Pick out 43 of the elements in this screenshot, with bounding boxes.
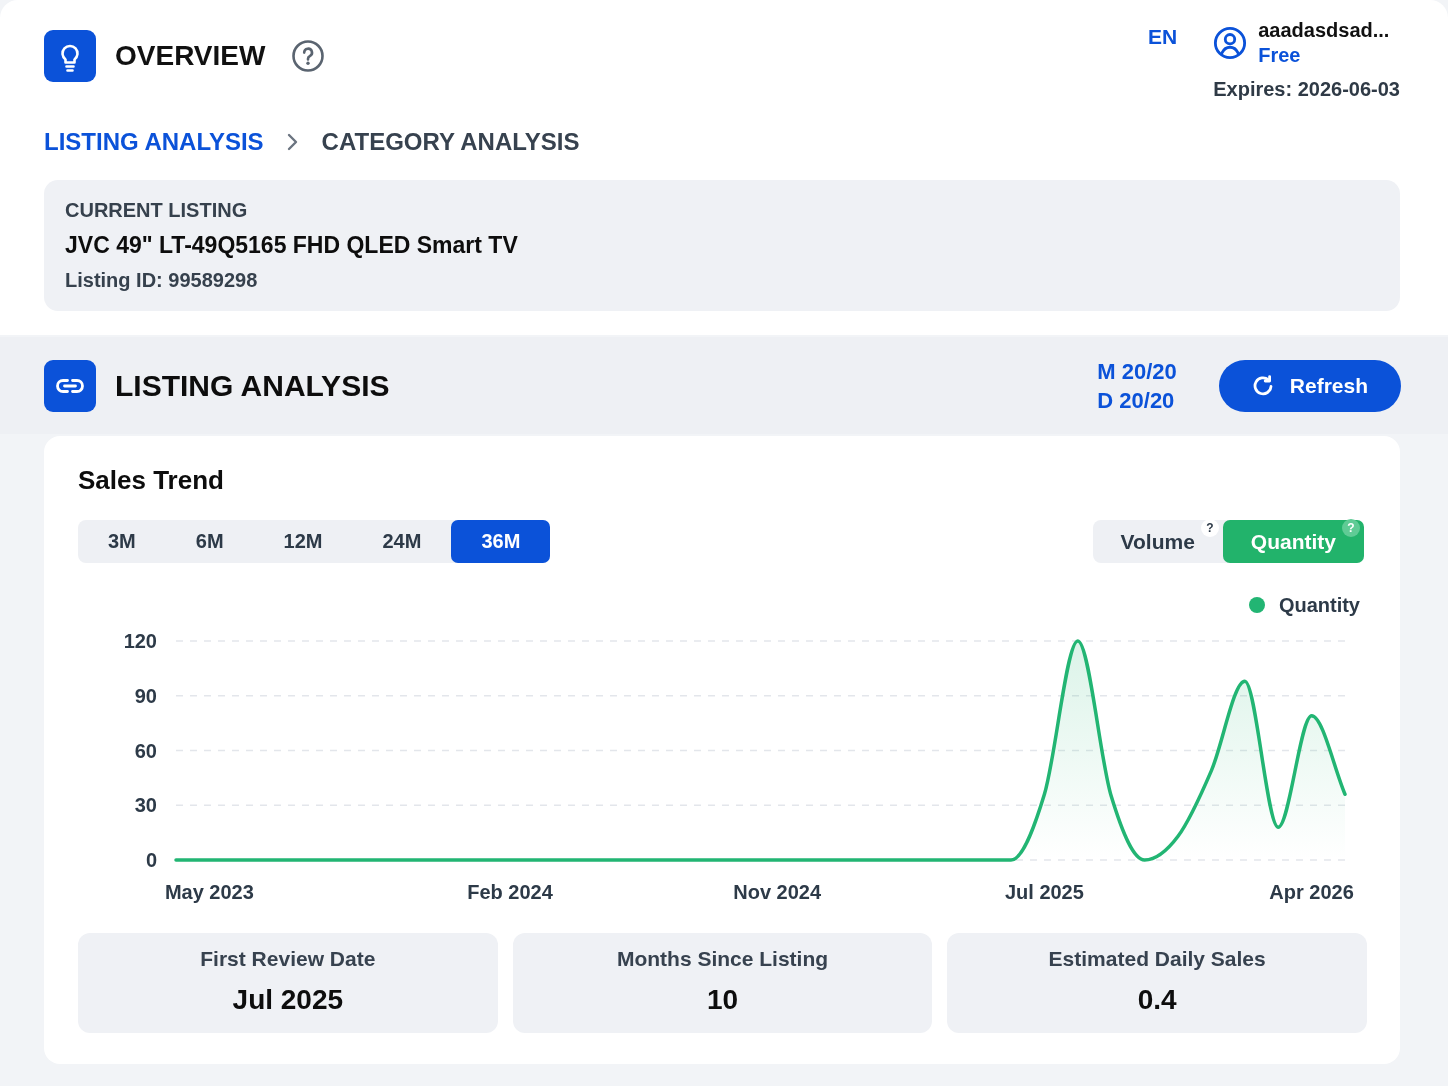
lightbulb-icon bbox=[44, 30, 96, 82]
y-axis-label: 60 bbox=[134, 739, 157, 762]
help-badge[interactable]: ? bbox=[1200, 519, 1219, 537]
link-icon bbox=[44, 359, 96, 412]
quota-text: D 20/20 bbox=[1097, 386, 1175, 415]
period-tab[interactable]: 36M bbox=[451, 520, 551, 563]
y-axis-label: 120 bbox=[123, 630, 157, 652]
language-switch[interactable]: EN bbox=[1148, 24, 1178, 50]
card-title: Sales Trend bbox=[78, 464, 224, 496]
period-tab[interactable]: 12M bbox=[253, 520, 353, 563]
x-axis-label: Apr 2026 bbox=[1269, 881, 1354, 903]
breadcrumb-link[interactable]: CATEGORY ANALYSIS bbox=[321, 127, 580, 157]
x-axis-label: Feb 2024 bbox=[467, 881, 553, 903]
section-title: LISTING ANALYSIS bbox=[115, 367, 390, 404]
y-axis-label: 30 bbox=[134, 794, 157, 817]
expiry-date: Expires: 2026-06-03 bbox=[1213, 77, 1400, 102]
y-axis-label: 90 bbox=[134, 684, 157, 707]
page-title: OVERVIEW bbox=[115, 39, 266, 73]
breadcrumb-link[interactable]: LISTING ANALYSIS bbox=[44, 127, 264, 157]
stat-value: 10 bbox=[706, 983, 739, 1017]
listing-label: CURRENT LISTING bbox=[65, 198, 248, 223]
stat-label: Months Since Listing bbox=[616, 946, 829, 972]
user-icon[interactable] bbox=[1213, 26, 1248, 60]
stat-value: Jul 2025 bbox=[232, 983, 344, 1017]
help-icon[interactable] bbox=[292, 40, 325, 72]
listing-id: Listing ID: 99589298 bbox=[65, 268, 258, 293]
quota-text: M 20/20 bbox=[1097, 357, 1177, 386]
chevron-right-icon bbox=[286, 133, 298, 151]
plan-label: Free bbox=[1258, 43, 1301, 68]
period-tab[interactable]: 3M bbox=[78, 520, 166, 563]
x-axis-label: Nov 2024 bbox=[733, 881, 822, 903]
period-tab[interactable]: 6M bbox=[165, 520, 254, 563]
x-axis-label: Jul 2025 bbox=[1004, 881, 1084, 903]
y-axis-label: 0 bbox=[145, 849, 157, 871]
stat-label: First Review Date bbox=[200, 946, 376, 972]
stat-label: Estimated Daily Sales bbox=[1048, 946, 1266, 972]
period-tab[interactable]: 24M bbox=[352, 520, 452, 563]
listing-title: JVC 49" LT-49Q5165 FHD QLED Smart TV bbox=[65, 231, 518, 260]
refresh-button[interactable]: Refresh bbox=[1218, 359, 1401, 412]
legend-label: Quantity bbox=[1278, 594, 1360, 616]
x-axis-label: May 2023 bbox=[164, 881, 254, 903]
user-name: aaadasdsad... bbox=[1258, 18, 1390, 43]
stat-value: 0.4 bbox=[1137, 983, 1177, 1017]
